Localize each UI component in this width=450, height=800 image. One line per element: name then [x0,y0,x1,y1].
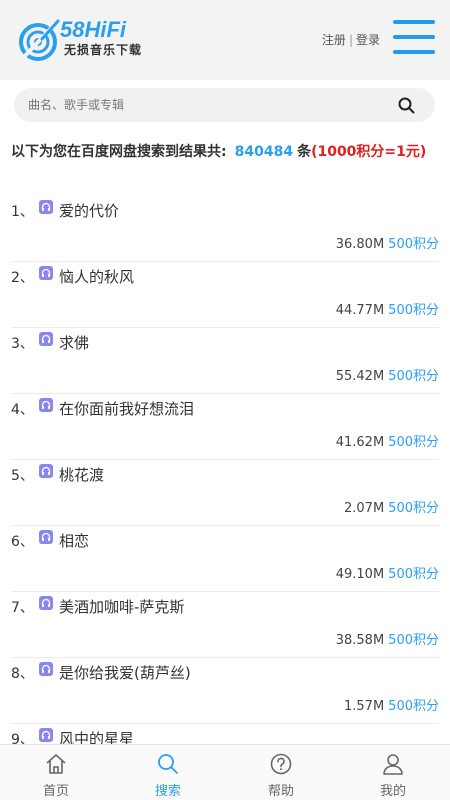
result-index: 6、 [11,534,34,550]
result-unit: 条 [297,144,312,160]
song-title[interactable]: 在你面前我好想流泪 [59,398,194,419]
search-input[interactable] [28,88,388,122]
nav-search-label: 搜索 [154,784,181,799]
download-points: 500积分 [388,567,439,582]
result-meta: 41.62M 500积分 [336,431,439,450]
home-icon [46,754,66,774]
price-note: (1000积分=1元) [311,144,427,160]
result-meta: 1.57M 500积分 [344,695,439,714]
summary-prefix: 以下为您在百度网盘搜索到结果共: [11,144,227,160]
download-points: 500积分 [388,237,439,252]
result-meta: 44.77M 500积分 [336,299,439,318]
result-item[interactable]: 7、 美酒加咖啡-萨克斯 38.58M 500积分 [11,592,439,658]
nav-profile-label: 我的 [379,784,406,799]
file-size: 49.10M [335,567,385,582]
nav-help[interactable]: 帮助 [225,745,337,800]
help-icon [270,753,292,775]
search-icon [158,754,178,774]
file-size: 2.07M [344,501,385,516]
song-title[interactable]: 桃花渡 [59,464,104,485]
song-title[interactable]: 相恋 [59,530,89,551]
song-title[interactable]: 是你给我爱(葫芦丝) [59,662,191,683]
music-note-icon [39,662,53,676]
result-item[interactable]: 6、 相恋 49.10M 500积分 [11,526,439,592]
result-meta: 36.80M 500积分 [336,233,439,252]
download-points: 500积分 [388,633,439,648]
file-size: 44.77M [335,303,385,318]
auth-links: 注册 | 登录 [322,31,380,48]
download-points: 500积分 [388,501,439,516]
result-meta: 38.58M 500积分 [336,629,439,648]
download-points: 500积分 [388,435,439,450]
result-index: 8、 [11,666,34,682]
result-count: 840484 [234,144,294,160]
nav-help-label: 帮助 [267,784,294,799]
download-points: 500积分 [388,699,439,714]
result-meta: 55.42M 500积分 [336,365,439,384]
file-size: 55.42M [335,369,385,384]
result-item[interactable]: 4、 在你面前我好想流泪 41.62M 500积分 [11,394,439,460]
result-item[interactable]: 2、 恼人的秋风 44.77M 500积分 [11,262,439,328]
song-title[interactable]: 美酒加咖啡-萨克斯 [59,596,184,617]
result-meta: 2.07M 500积分 [344,497,439,516]
music-note-icon [39,398,53,412]
result-item[interactable]: 8、 是你给我爱(葫芦丝) 1.57M 500积分 [11,658,439,724]
result-summary: 以下为您在百度网盘搜索到结果共: 840484 条(1000积分=1元) [11,140,441,164]
music-note-icon [39,200,53,214]
nav-home[interactable]: 首页 [0,745,112,800]
file-size: 36.80M [335,237,385,252]
download-points: 500积分 [388,369,439,384]
result-item[interactable]: 5、 桃花渡 2.07M 500积分 [11,460,439,526]
bottom-nav: 首页 搜索 帮助 我的 [0,744,450,800]
result-meta: 49.10M 500积分 [336,563,439,582]
music-note-icon [39,596,53,610]
result-index: 7、 [11,600,34,616]
logo-subtitle: 无损音乐下载 [64,43,143,57]
logo-title: 58HiFi [60,17,127,42]
result-list: 1、 爱的代价 36.80M 500积分 2、 恼人的秋风 44.77M 500积分 3、 求佛 5… [0,196,450,790]
file-size: 1.57M [344,699,385,714]
logo-disc-icon [19,19,60,61]
nav-profile[interactable]: 我的 [337,745,449,800]
menu-button[interactable] [393,20,435,54]
site-logo[interactable]: 58HiFi 无损音乐下载 [18,17,148,63]
user-icon [383,754,403,775]
result-index: 1、 [11,204,34,220]
music-note-icon [39,266,53,280]
result-item[interactable]: 3、 求佛 55.42M 500积分 [11,328,439,394]
song-title[interactable]: 爱的代价 [59,200,119,221]
result-item[interactable]: 1、 爱的代价 36.80M 500积分 [11,196,439,262]
register-link[interactable]: 注册 [322,33,346,47]
song-title[interactable]: 求佛 [59,332,89,353]
music-note-icon [39,464,53,478]
music-note-icon [39,728,53,742]
result-index: 2、 [11,270,34,286]
result-index: 3、 [11,336,34,352]
music-note-icon [39,530,53,544]
file-size: 41.62M [335,435,385,450]
page: 58HiFi 无损音乐下载 注册|登录 以下为您在百度网盘搜索到结果共: 8404… [0,0,450,800]
nav-search[interactable]: 搜索 [112,745,224,800]
header: 58HiFi 无损音乐下载 注册 | 登录 [0,0,450,80]
music-note-icon [39,332,53,346]
file-size: 38.58M [335,633,385,648]
result-index: 5、 [11,468,34,484]
search-icon[interactable] [398,97,415,114]
download-points: 500积分 [388,303,439,318]
login-link[interactable]: 登录 [356,33,380,47]
result-index: 4、 [11,402,34,418]
auth-separator: | [348,33,353,47]
song-title[interactable]: 恼人的秋风 [59,266,134,287]
nav-home-label: 首页 [42,784,69,799]
search-bar [14,88,435,122]
